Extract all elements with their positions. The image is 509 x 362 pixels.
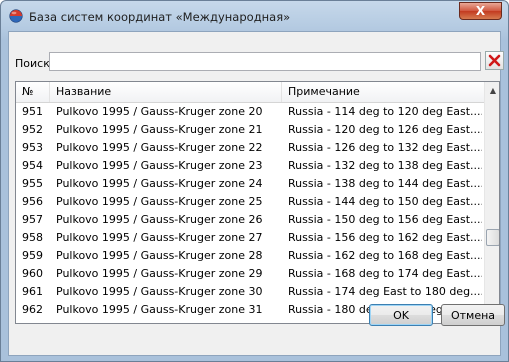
column-header-note[interactable]: Примечание [282,82,484,102]
cell-name: Pulkovo 1995 / Gauss-Kruger zone 29 [56,267,263,280]
table-row[interactable]: 960 Pulkovo 1995 / Gauss-Kruger zone 29 Ru… [16,265,484,283]
cell-name: Pulkovo 1995 / Gauss-Kruger zone 27 [56,231,263,244]
cell-name: Pulkovo 1995 / Gauss-Kruger zone 30 [56,285,263,298]
table-row[interactable]: 953 Pulkovo 1995 / Gauss-Kruger zone 22 Ru… [16,139,484,157]
cell-name: Pulkovo 1995 / Gauss-Kruger zone 26 [56,213,263,226]
search-input[interactable] [49,52,481,71]
cell-number: 960 [22,267,43,280]
close-icon: X [475,4,486,18]
table-header: № Название Примечание [16,82,484,103]
cell-number: 952 [22,123,43,136]
cell-note: Russia - 162 deg to 168 deg East.... [288,249,482,262]
cell-name: Pulkovo 1995 / Gauss-Kruger zone 23 [56,159,263,172]
close-button[interactable]: X [459,2,502,20]
cell-number: 954 [22,159,43,172]
table-row[interactable]: 956 Pulkovo 1995 / Gauss-Kruger zone 25 Ru… [16,193,484,211]
cell-name: Pulkovo 1995 / Gauss-Kruger zone 28 [56,249,263,262]
cell-note: Russia - 132 deg to 138 deg East.... [288,159,482,172]
table-row[interactable]: 955 Pulkovo 1995 / Gauss-Kruger zone 24 Ru… [16,175,484,193]
title-bar[interactable]: База систем координат «Международная» X [1,1,508,31]
table-row[interactable]: 954 Pulkovo 1995 / Gauss-Kruger zone 23 Ru… [16,157,484,175]
cell-number: 958 [22,231,43,244]
cell-number: 959 [22,249,43,262]
cell-note: Russia - 126 deg to 132 deg East.... [288,141,482,154]
cell-note: Russia - 144 deg to 150 deg East.... [288,195,482,208]
cell-number: 961 [22,285,43,298]
search-label: Поиск [15,57,50,70]
column-header-name[interactable]: Название [50,82,282,102]
cell-number: 957 [22,213,43,226]
coordinate-systems-table[interactable]: № Название Примечание 951 Pulkovo 1995 / … [15,81,500,324]
cell-name: Pulkovo 1995 / Gauss-Kruger zone 31 [56,303,263,316]
cell-note: Russia - 174 deg East to 180 deg.... [288,285,482,298]
cancel-button[interactable]: Отмена [441,304,505,326]
clear-search-button[interactable] [485,51,504,70]
cell-name: Pulkovo 1995 / Gauss-Kruger zone 22 [56,141,263,154]
column-header-number[interactable]: № [16,82,50,102]
cell-name: Pulkovo 1995 / Gauss-Kruger zone 21 [56,123,263,136]
cell-note: Russia - 138 deg to 144 deg East.... [288,177,482,190]
table-row[interactable]: 961 Pulkovo 1995 / Gauss-Kruger zone 30 Ru… [16,283,484,301]
dialog-window: База систем координат «Международная» X … [0,0,509,362]
scroll-up-arrow-icon[interactable]: ▲ [485,82,499,98]
cell-note: Russia - 120 deg to 126 deg East.... [288,123,482,136]
cell-number: 951 [22,105,43,118]
cell-note: Russia - 114 deg to 120 deg East.... [288,105,482,118]
cell-number: 955 [22,177,43,190]
cell-number: 962 [22,303,43,316]
cell-note: Russia - 168 deg to 174 deg East.... [288,267,482,280]
table-row[interactable]: 952 Pulkovo 1995 / Gauss-Kruger zone 21 Ru… [16,121,484,139]
table-row[interactable]: 951 Pulkovo 1995 / Gauss-Kruger zone 20 Ru… [16,103,484,121]
ok-button[interactable]: OK [369,304,433,326]
scrollbar-thumb[interactable] [486,229,499,246]
table-row[interactable]: 959 Pulkovo 1995 / Gauss-Kruger zone 28 Ru… [16,247,484,265]
cell-name: Pulkovo 1995 / Gauss-Kruger zone 20 [56,105,263,118]
table-body: 951 Pulkovo 1995 / Gauss-Kruger zone 20 Ru… [16,103,484,319]
cell-note: Russia - 150 deg to 156 deg East.... [288,213,482,226]
table-row[interactable]: 957 Pulkovo 1995 / Gauss-Kruger zone 26 Ru… [16,211,484,229]
cell-name: Pulkovo 1995 / Gauss-Kruger zone 24 [56,177,263,190]
cell-number: 956 [22,195,43,208]
window-title: База систем координат «Международная» [29,10,291,24]
globe-icon [9,9,23,23]
cell-note: Russia - 156 deg to 162 deg East.... [288,231,482,244]
vertical-scrollbar[interactable]: ▲ ▼ [484,82,499,323]
cell-name: Pulkovo 1995 / Gauss-Kruger zone 25 [56,195,263,208]
table-row[interactable]: 958 Pulkovo 1995 / Gauss-Kruger zone 27 Ru… [16,229,484,247]
red-x-icon [488,54,501,67]
cell-number: 953 [22,141,43,154]
